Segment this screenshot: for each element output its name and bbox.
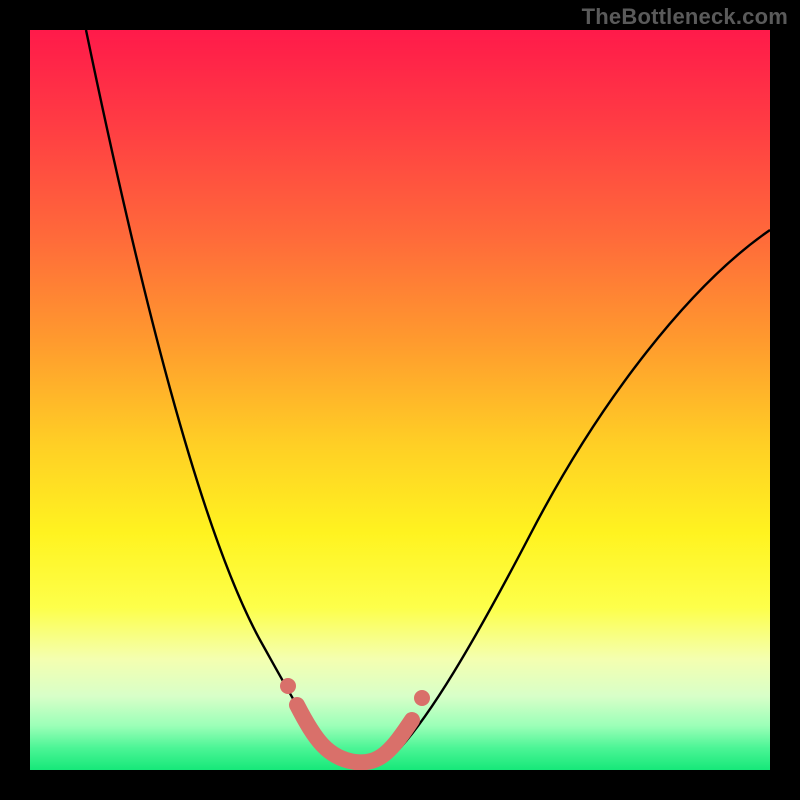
curve-dot-left <box>280 678 296 694</box>
plot-area <box>30 30 770 770</box>
watermark-text: TheBottleneck.com <box>582 4 788 30</box>
chart-frame: TheBottleneck.com <box>0 0 800 800</box>
curve-highlight <box>297 705 412 762</box>
curve-line <box>86 30 770 765</box>
curve-dot-right <box>414 690 430 706</box>
bottleneck-curve <box>30 30 770 770</box>
